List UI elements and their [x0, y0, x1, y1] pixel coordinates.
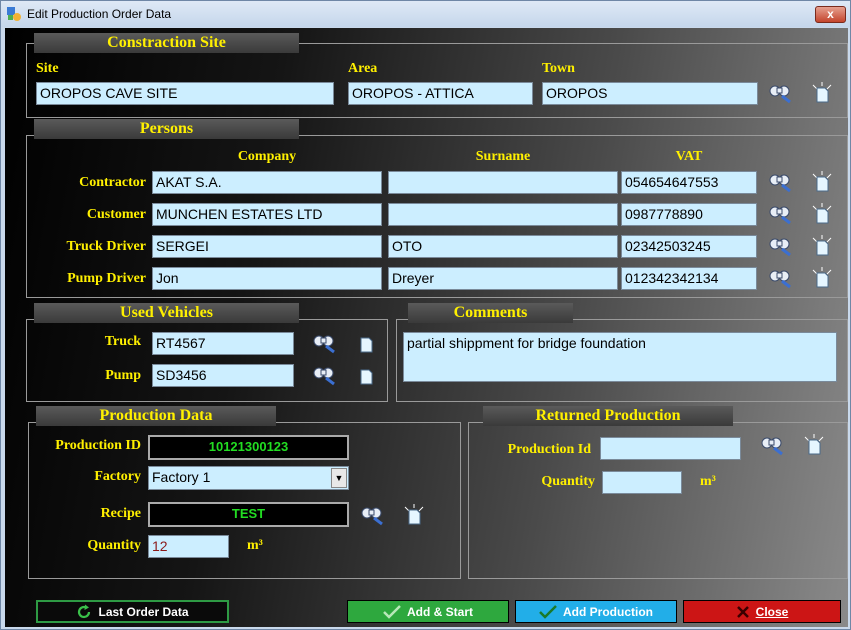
contractor-search-icon[interactable]: [767, 170, 793, 194]
town-field[interactable]: OROPOS: [542, 82, 758, 105]
window-close-button[interactable]: x: [815, 6, 846, 23]
production-id-label: Production ID: [55, 438, 141, 453]
close-button[interactable]: Close: [683, 600, 841, 623]
production-group-title: Production Data: [36, 406, 276, 426]
cross-icon: [736, 605, 749, 618]
dialog-body: Constraction Site Site OROPOS CAVE SITE …: [5, 28, 848, 627]
pump-driver-new-icon[interactable]: [809, 266, 835, 290]
comments-group-title: Comments: [408, 303, 573, 323]
recipe-search-icon[interactable]: [359, 503, 385, 527]
contractor-new-icon[interactable]: [809, 170, 835, 194]
factory-select[interactable]: Factory 1 ▼: [148, 466, 349, 490]
truck-driver-search-icon[interactable]: [767, 234, 793, 258]
returned-id-label: Production Id: [507, 442, 591, 457]
persons-group-title: Persons: [34, 119, 299, 139]
factory-selected-value: Factory 1: [152, 469, 211, 485]
truck-new-icon[interactable]: [353, 331, 379, 355]
truck-driver-company-field[interactable]: SERGEI: [152, 235, 382, 258]
recipe-new-icon[interactable]: [401, 503, 427, 527]
checkmark-icon: [539, 604, 557, 619]
site-new-icon[interactable]: [809, 81, 835, 105]
contractor-label: Contractor: [79, 175, 146, 190]
last-order-data-button[interactable]: Last Order Data: [36, 600, 229, 623]
surname-column-header: Surname: [475, 149, 531, 164]
pump-driver-surname-field[interactable]: Dreyer: [388, 267, 618, 290]
pump-driver-company-field[interactable]: Jon: [152, 267, 382, 290]
vehicles-group-title: Used Vehicles: [34, 303, 299, 323]
window-title: Edit Production Order Data: [27, 7, 172, 21]
site-field[interactable]: OROPOS CAVE SITE: [36, 82, 334, 105]
contractor-vat-field[interactable]: 054654647553: [621, 171, 757, 194]
returned-search-icon[interactable]: [759, 433, 785, 457]
customer-surname-field[interactable]: [388, 203, 618, 226]
pump-label: Pump: [105, 368, 141, 383]
add-production-button[interactable]: Add Production: [515, 600, 677, 623]
company-column-header: Company: [237, 149, 297, 164]
quantity-unit: m³: [247, 538, 263, 553]
customer-company-field[interactable]: MUNCHEN ESTATES LTD: [152, 203, 382, 226]
pump-driver-search-icon[interactable]: [767, 266, 793, 290]
site-label: Site: [36, 61, 59, 76]
add-start-button[interactable]: Add & Start: [347, 600, 509, 623]
site-group: [26, 43, 848, 118]
add-production-label: Add Production: [563, 604, 653, 619]
truck-label: Truck: [104, 334, 141, 349]
truck-driver-surname-field[interactable]: OTO: [388, 235, 618, 258]
quantity-field[interactable]: 12: [148, 535, 229, 558]
refresh-icon: [78, 604, 91, 618]
customer-vat-field[interactable]: 0987778890: [621, 203, 757, 226]
site-search-icon[interactable]: [767, 81, 793, 105]
truck-field[interactable]: RT4567: [152, 332, 294, 355]
vat-column-header: VAT: [675, 149, 703, 164]
contractor-surname-field[interactable]: [388, 171, 618, 194]
returned-quantity-unit: m³: [700, 474, 716, 489]
app-icon: [7, 7, 21, 21]
returned-id-field[interactable]: [600, 437, 741, 460]
customer-new-icon[interactable]: [809, 202, 835, 226]
recipe-label: Recipe: [100, 506, 141, 521]
town-label: Town: [542, 61, 575, 76]
title-bar[interactable]: Edit Production Order Data x: [1, 1, 850, 27]
factory-label: Factory: [94, 469, 141, 484]
returned-group-title: Returned Production: [483, 406, 733, 426]
pump-new-icon[interactable]: [353, 363, 379, 387]
pump-driver-label: Pump Driver: [67, 271, 146, 286]
area-label: Area: [348, 61, 378, 76]
chevron-down-icon[interactable]: ▼: [331, 468, 347, 488]
checkmark-icon: [383, 604, 401, 619]
customer-label: Customer: [86, 207, 146, 222]
truck-driver-vat-field[interactable]: 02342503245: [621, 235, 757, 258]
last-order-data-label: Last Order Data: [98, 604, 189, 619]
truck-driver-label: Truck Driver: [66, 239, 146, 254]
customer-search-icon[interactable]: [767, 202, 793, 226]
contractor-company-field[interactable]: AKAT S.A.: [152, 171, 382, 194]
production-id-field: 10121300123: [148, 435, 349, 460]
truck-search-icon[interactable]: [311, 331, 337, 355]
comments-field[interactable]: partial shippment for bridge foundation: [403, 332, 837, 382]
dialog-window: Edit Production Order Data x Constractio…: [0, 0, 851, 630]
site-group-title: Constraction Site: [34, 33, 299, 53]
pump-field[interactable]: SD3456: [152, 364, 294, 387]
area-field[interactable]: OROPOS - ATTICA: [348, 82, 533, 105]
recipe-field: TEST: [148, 502, 349, 527]
returned-quantity-label: Quantity: [541, 474, 595, 489]
close-label: Close: [755, 604, 789, 619]
truck-driver-new-icon[interactable]: [809, 234, 835, 258]
pump-driver-vat-field[interactable]: 012342342134: [621, 267, 757, 290]
returned-quantity-field[interactable]: [602, 471, 682, 494]
pump-search-icon[interactable]: [311, 363, 337, 387]
returned-new-icon[interactable]: [801, 433, 827, 457]
quantity-label: Quantity: [87, 538, 141, 553]
add-start-label: Add & Start: [407, 604, 473, 619]
